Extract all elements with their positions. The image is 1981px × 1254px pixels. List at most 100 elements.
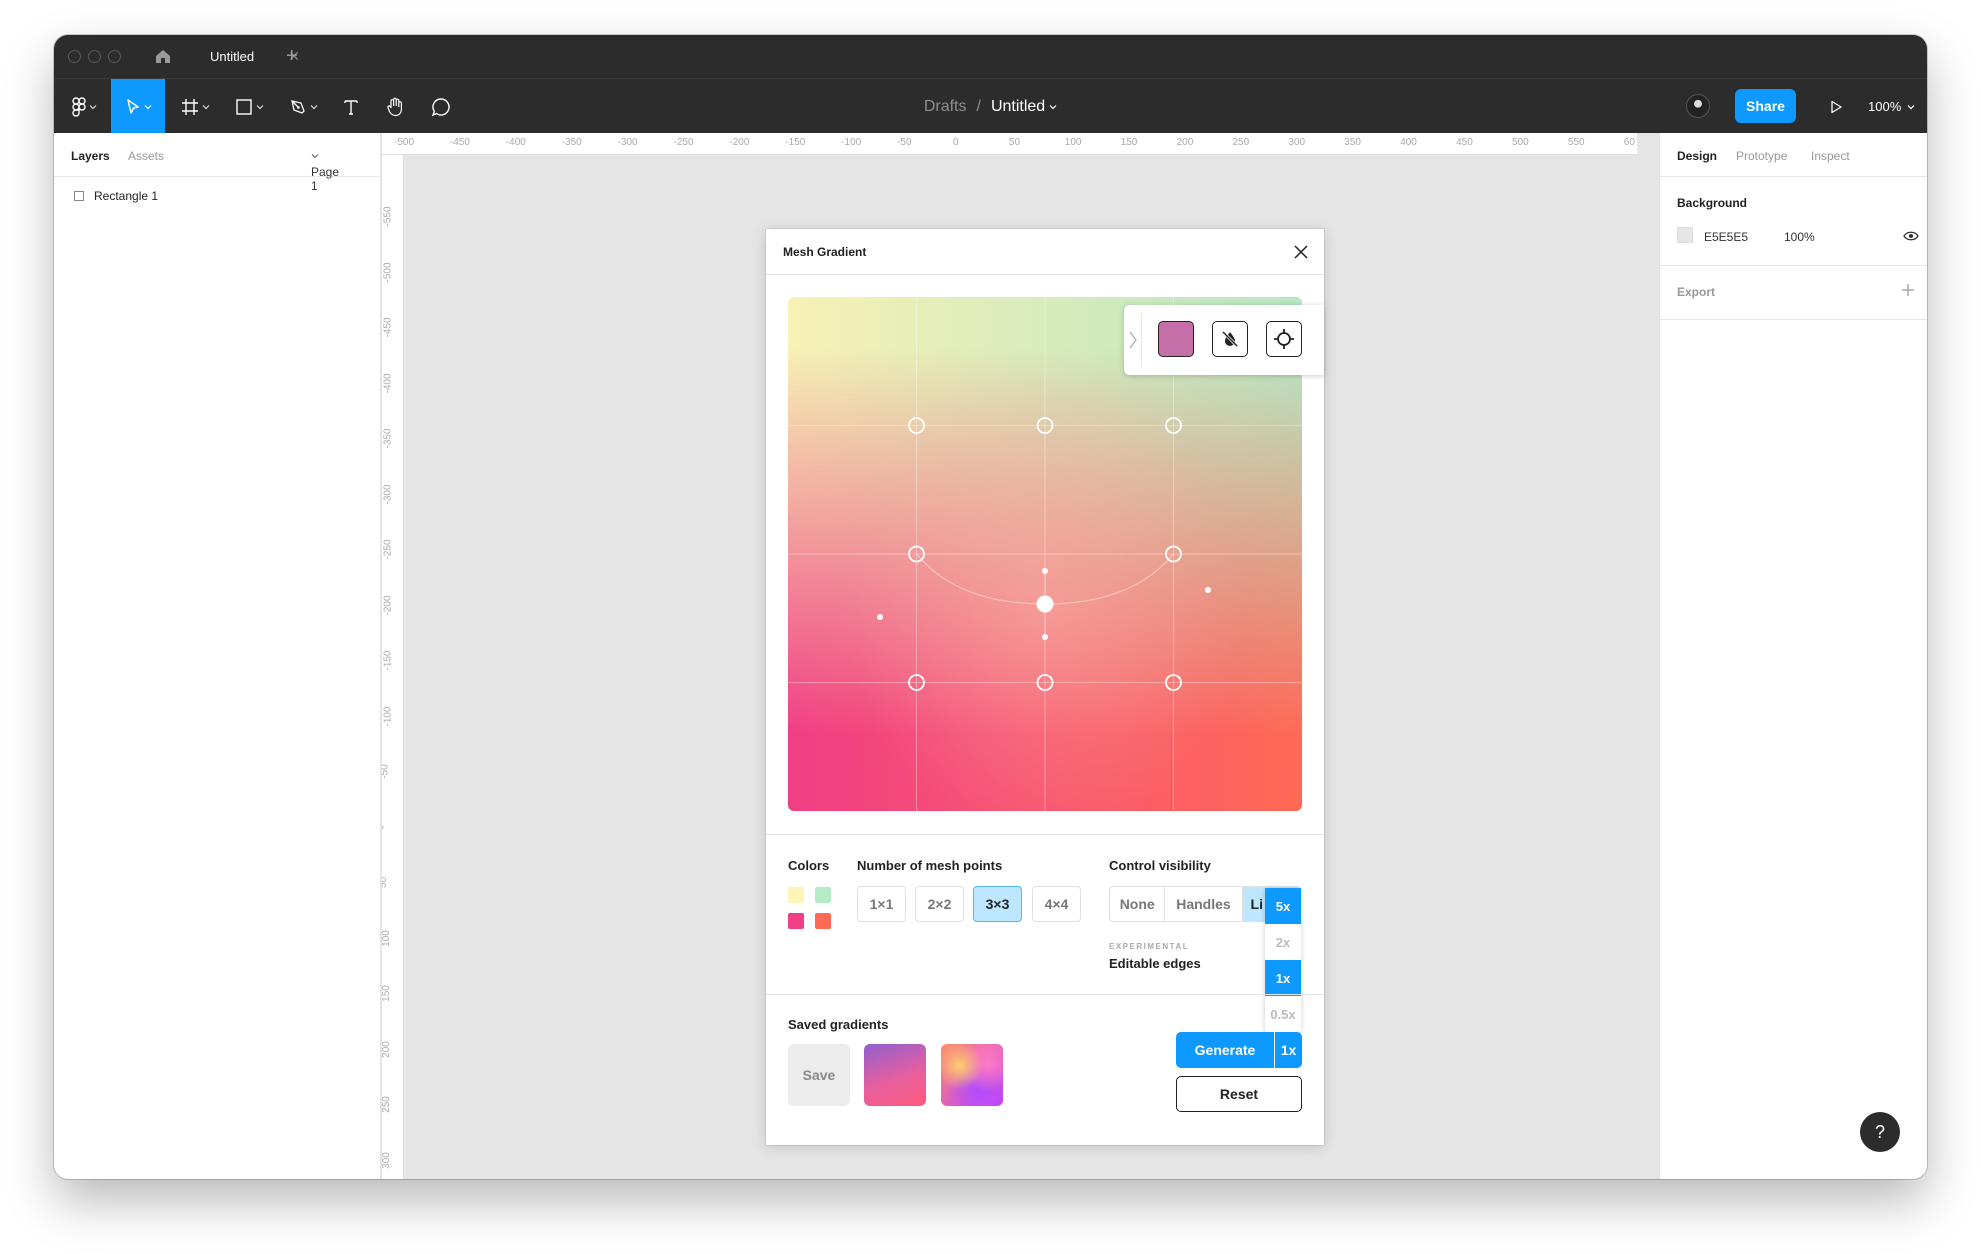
share-button[interactable]: Share [1735,89,1796,123]
mesh-1x1-button[interactable]: 1×1 [857,886,906,922]
file-name[interactable]: Untitled [991,98,1045,116]
ruler-label: -300 [382,483,394,505]
tab-prototype[interactable]: Prototype [1736,149,1787,163]
ruler-label: -450 [449,137,470,148]
ruler-label: 60 [1623,137,1635,148]
right-panel-tabs: Design Prototype Inspect [1660,133,1927,177]
comment-tool-button[interactable] [424,79,458,134]
plugin-title: Mesh Gradient [783,245,867,259]
hide-handles-button[interactable] [1212,321,1248,357]
visibility-handles-button[interactable]: Handles [1165,887,1243,921]
scale-option-5x[interactable]: 5x [1265,888,1301,924]
layers-panel: Layers Assets Page 1 Rectangle 1 [54,133,381,1179]
experimental-label: EXPERIMENTAL [1109,942,1190,951]
background-label: Background [1677,196,1748,210]
text-icon [344,99,358,115]
pen-tool-button[interactable] [282,79,324,134]
ruler-label: -350 [382,428,394,449]
mesh-2x2-button[interactable]: 2×2 [915,886,964,922]
mesh-4x4-button[interactable]: 4×4 [1032,886,1081,922]
generate-button[interactable]: Generate 1x [1176,1032,1302,1068]
tab-layers[interactable]: Layers [71,149,110,163]
main-menu-button[interactable] [64,79,104,134]
eye-icon[interactable] [1903,230,1919,242]
point-color-swatch[interactable] [1158,321,1194,357]
color-swatch-orange[interactable] [815,913,831,929]
shape-tool-button[interactable] [228,79,270,134]
saved-gradient-thumbnail[interactable] [941,1044,1003,1106]
present-button[interactable] [1824,79,1848,134]
frame-tool-button[interactable] [174,79,216,134]
control-handle[interactable] [1042,634,1048,640]
ruler-label: -100 [841,137,862,148]
ruler-label: 250 [382,1096,392,1113]
layer-row[interactable]: Rectangle 1 [74,189,158,203]
hand-tool-button[interactable] [378,79,412,134]
ruler-label: -100 [382,705,394,727]
control-handle[interactable] [877,614,883,620]
background-swatch[interactable] [1677,227,1693,243]
chevron-down-icon [311,154,319,159]
saved-gradient-thumbnail[interactable] [864,1044,926,1106]
chevron-right-icon[interactable] [1128,331,1138,349]
ruler-label: 250 [1232,137,1250,148]
color-swatch-green[interactable] [815,887,831,903]
center-point-button[interactable] [1266,321,1302,357]
ruler-label: -150 [382,650,394,671]
saved-gradients-label: Saved gradients [788,1017,889,1032]
vertical-ruler: -550 -500 -450 -400 -350 -300 -250 -200 -150 -100… [382,155,404,1179]
minimize-window-button[interactable] [88,50,101,63]
zoom-level: 100% [1868,99,1902,114]
background-opacity[interactable]: 100% [1784,230,1815,244]
save-gradient-button[interactable]: Save [788,1044,850,1106]
editable-edges-label: Editable edges [1109,956,1201,971]
new-tab-icon[interactable]: + [286,45,298,68]
color-swatch-yellow[interactable] [788,887,804,903]
layer-name: Rectangle 1 [94,189,159,203]
rectangle-icon [235,98,252,115]
control-handle[interactable] [1205,587,1211,593]
ruler-label: -550 [382,206,394,227]
figma-logo-icon [71,96,86,117]
tab-assets[interactable]: Assets [128,149,164,163]
close-icon[interactable] [1293,244,1309,260]
scale-option-1x[interactable]: 1x [1265,960,1301,996]
zoom-window-button[interactable] [108,50,121,63]
selected-control-point[interactable] [1036,595,1054,613]
avatar[interactable] [1686,94,1710,118]
text-tool-button[interactable] [334,79,368,134]
ruler-label: -200 [729,137,750,148]
chevron-down-icon[interactable] [1049,103,1057,111]
background-hex[interactable]: E5E5E5 [1704,230,1748,244]
breadcrumb-drafts[interactable]: Drafts [924,98,967,116]
close-window-button[interactable] [68,50,81,63]
add-export-icon[interactable] [1901,283,1915,297]
color-swatch-pink[interactable] [788,913,804,929]
visibility-none-button[interactable]: None [1110,887,1166,921]
ruler-label: 200 [382,1040,392,1058]
mesh-gradient-plugin: Mesh Gradient Colors Number of mesh poin… [766,229,1324,1145]
generate-scale-button[interactable]: 1x [1274,1032,1302,1068]
ruler-label: 100 [1064,137,1082,148]
mesh-3x3-button[interactable]: 3×3 [973,886,1022,922]
move-tool-button[interactable] [111,79,165,134]
scale-option-0.5x[interactable]: 0.5x [1265,996,1301,1032]
home-icon[interactable] [154,47,172,65]
zoom-menu[interactable]: 100% [1868,79,1915,134]
pen-icon [290,99,305,114]
ruler-label: 200 [1176,137,1194,148]
tab-design[interactable]: Design [1677,149,1717,163]
control-handle[interactable] [1042,568,1048,574]
generate-label: Generate [1194,1042,1256,1058]
mesh-points-label: Number of mesh points [857,858,1003,873]
design-panel: Design Prototype Inspect Background E5E5… [1659,133,1927,1179]
export-label: Export [1677,285,1716,299]
chevron-down-icon [256,104,263,109]
ruler-label: 50 [1008,137,1021,148]
help-button[interactable]: ? [1860,1112,1900,1152]
reset-button[interactable]: Reset [1176,1076,1302,1112]
page-selector[interactable]: Page 1 [311,149,339,193]
scale-option-2x[interactable]: 2x [1265,924,1301,960]
tab-inspect[interactable]: Inspect [1811,149,1850,163]
ruler-label: 350 [1344,137,1361,148]
